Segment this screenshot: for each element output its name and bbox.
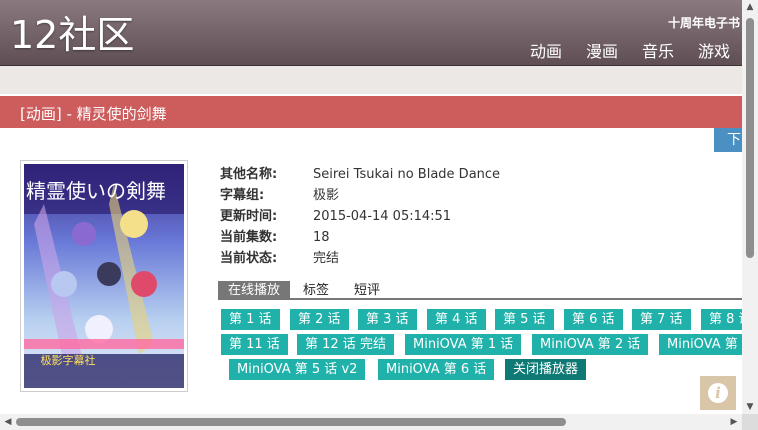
episode-button-3[interactable]: 第 3 话 bbox=[358, 309, 417, 330]
page-viewport: 12社区 十周年电子书 动画 漫画 音乐 游戏 [动画] - 精灵使的剑舞 下 bbox=[0, 0, 742, 414]
cover-sub-text: 极影字幕社 bbox=[41, 353, 96, 367]
episode-button-2[interactable]: 第 2 话 bbox=[290, 309, 349, 330]
tab-short-reviews[interactable]: 短评 bbox=[341, 281, 392, 298]
info-value: 18 bbox=[313, 230, 330, 245]
scroll-down-arrow-icon[interactable]: ▼ bbox=[742, 402, 758, 412]
cover-image: 精霊使いの剣舞 极影字幕社 bbox=[20, 160, 188, 392]
episode-button-miniova-2[interactable]: MiniOVA 第 2 话 bbox=[532, 334, 649, 355]
vertical-scrollbar[interactable]: ▲ ▼ bbox=[742, 0, 758, 414]
horizontal-scroll-thumb[interactable] bbox=[16, 418, 566, 426]
episode-button-6[interactable]: 第 6 话 bbox=[564, 309, 623, 330]
site-logo[interactable]: 12社区 bbox=[10, 12, 134, 58]
info-row-alias: 其他名称: Seirei Tsukai no Blade Dance bbox=[220, 164, 500, 185]
info-label: 字幕组: bbox=[220, 188, 265, 203]
main-nav: 动画 漫画 音乐 游戏 bbox=[530, 38, 730, 62]
tab-online-play[interactable]: 在线播放 bbox=[218, 281, 291, 298]
nav-item-anime[interactable]: 动画 bbox=[530, 38, 562, 62]
info-label: 当前集数: bbox=[220, 230, 278, 245]
info-value: 2015-04-14 05:14:51 bbox=[313, 209, 452, 224]
download-button[interactable]: 下 bbox=[714, 128, 742, 152]
cover-title-text: 精霊使いの剣舞 bbox=[26, 179, 166, 203]
close-player-button[interactable]: 关闭播放器 bbox=[505, 359, 587, 380]
episode-button-miniova-1[interactable]: MiniOVA 第 1 话 bbox=[405, 334, 522, 355]
info-button[interactable]: i bbox=[700, 376, 736, 410]
anniversary-ebook-link[interactable]: 十周年电子书 bbox=[668, 14, 740, 31]
nav-item-games[interactable]: 游戏 bbox=[698, 38, 730, 62]
scroll-left-arrow-icon[interactable]: ◀ bbox=[0, 417, 16, 427]
info-label: 当前状态: bbox=[220, 251, 278, 266]
episode-button-7[interactable]: 第 7 话 bbox=[632, 309, 691, 330]
info-label: 其他名称: bbox=[220, 167, 278, 182]
page-title: [动画] - 精灵使的剑舞 bbox=[20, 105, 167, 123]
episode-button-miniova-6[interactable]: MiniOVA 第 6 话 bbox=[378, 359, 495, 380]
info-row-subgroup: 字幕组: 极影 bbox=[220, 185, 500, 206]
episode-button-miniova-3[interactable]: MiniOVA 第 3 话 bbox=[659, 334, 742, 355]
scroll-up-arrow-icon[interactable]: ▲ bbox=[742, 2, 758, 12]
info-value: 极影 bbox=[313, 188, 340, 203]
sub-header-strip bbox=[0, 66, 742, 94]
episode-button-12[interactable]: 第 12 话 完结 bbox=[297, 334, 394, 355]
info-value: Seirei Tsukai no Blade Dance bbox=[313, 167, 501, 182]
site-header: 12社区 十周年电子书 动画 漫画 音乐 游戏 bbox=[0, 0, 742, 66]
episode-button-1[interactable]: 第 1 话 bbox=[221, 309, 280, 330]
vertical-scroll-thumb[interactable] bbox=[746, 18, 754, 258]
episode-button-5[interactable]: 第 5 话 bbox=[495, 309, 554, 330]
content-tabs: 在线播放 标签 短评 bbox=[218, 281, 742, 300]
info-label: 更新时间: bbox=[220, 209, 278, 224]
horizontal-scrollbar[interactable]: ◀ ▶ bbox=[0, 414, 742, 430]
anime-info: 其他名称: Seirei Tsukai no Blade Dance 字幕组: … bbox=[220, 164, 500, 269]
info-icon: i bbox=[708, 383, 728, 403]
info-row-episode-count: 当前集数: 18 bbox=[220, 227, 500, 248]
info-value: 完结 bbox=[313, 251, 340, 266]
tab-tags[interactable]: 标签 bbox=[290, 281, 341, 298]
episode-button-miniova-5[interactable]: MiniOVA 第 5 话 v2 bbox=[229, 359, 366, 380]
nav-item-music[interactable]: 音乐 bbox=[642, 38, 674, 62]
info-row-updated: 更新时间: 2015-04-14 05:14:51 bbox=[220, 206, 500, 227]
episode-button-8[interactable]: 第 8 话 bbox=[701, 309, 742, 330]
episode-button-11[interactable]: 第 11 话 bbox=[221, 334, 288, 355]
nav-item-manga[interactable]: 漫画 bbox=[586, 38, 618, 62]
episode-button-4[interactable]: 第 4 话 bbox=[427, 309, 486, 330]
info-row-status: 当前状态: 完结 bbox=[220, 248, 500, 269]
scrollbar-corner bbox=[742, 414, 758, 430]
scroll-right-arrow-icon[interactable]: ▶ bbox=[726, 417, 742, 427]
page-title-bar: [动画] - 精灵使的剑舞 bbox=[0, 96, 742, 128]
